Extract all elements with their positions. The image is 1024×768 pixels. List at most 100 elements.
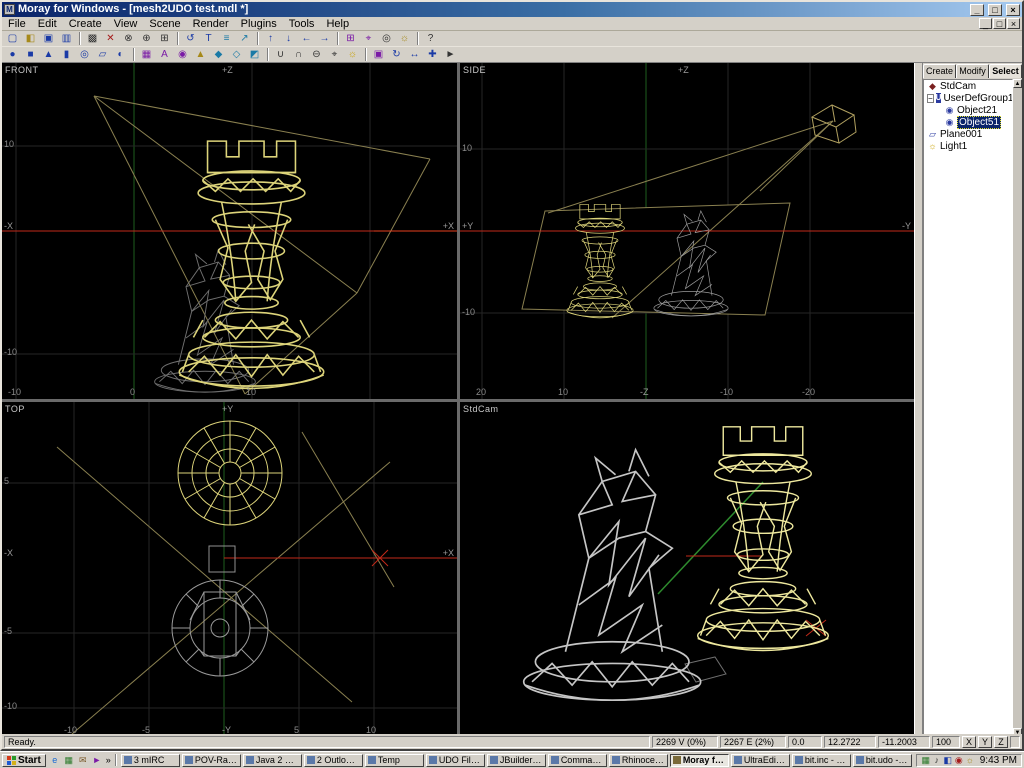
rook-wireframe[interactable]	[698, 427, 829, 651]
display-icon[interactable]: ▦	[921, 755, 931, 766]
taskbar-task-10[interactable]: Moray for ...	[670, 754, 729, 767]
tree-item-object51[interactable]: ◉ Object51	[924, 116, 1012, 128]
open-file-icon[interactable]: ◧	[22, 31, 39, 46]
side-viewport[interactable]: SIDE +Z +Y -Y -Z 20 10 -10 -20 10 -10	[460, 63, 914, 399]
undo-icon[interactable]: ↺	[182, 31, 199, 46]
tab-select[interactable]: Select	[989, 64, 1022, 78]
csg-union-icon[interactable]: ∪	[272, 47, 289, 62]
render-scene-icon[interactable]: ►	[442, 47, 459, 62]
menu-help[interactable]: Help	[320, 17, 355, 31]
taskbar-task-3[interactable]: Java 2 Platf...	[243, 754, 302, 767]
mail-icon[interactable]: ✉	[76, 754, 90, 767]
menu-render[interactable]: Render	[187, 17, 235, 31]
origin-selection-box[interactable]	[209, 546, 235, 572]
render-icon[interactable]: ▩	[84, 31, 101, 46]
camera-tool-icon[interactable]: ⌖	[326, 47, 343, 62]
knight-wireframe[interactable]	[155, 250, 256, 393]
arrow-left-icon[interactable]: ←	[298, 31, 315, 46]
media-player-icon[interactable]: ►	[90, 754, 104, 767]
graph-icon[interactable]: ↗	[236, 31, 253, 46]
taskbar-task-5[interactable]: Temp	[365, 754, 424, 767]
antivirus-icon[interactable]: ☼	[965, 755, 975, 766]
cut-icon[interactable]: ⊗	[120, 31, 137, 46]
csg-difference-icon[interactable]: ⊖	[308, 47, 325, 62]
scale-tool-icon[interactable]: ↔	[406, 47, 423, 62]
rook-top-wireframe[interactable]	[178, 421, 282, 525]
mdi-close-button[interactable]: ×	[1007, 18, 1020, 29]
extrude-tool-icon[interactable]: ◩	[246, 47, 263, 62]
text-object-tool-icon[interactable]: A	[156, 47, 173, 62]
taskbar-task-11[interactable]: UltraEdit-32	[731, 754, 790, 767]
stdcam-viewport[interactable]: StdCam	[460, 402, 914, 737]
arrow-down-icon[interactable]: ↓	[280, 31, 297, 46]
menu-scene[interactable]: Scene	[143, 17, 186, 31]
zoom-icon[interactable]: ◎	[378, 31, 395, 46]
taskbar-task-2[interactable]: POV-Ray fo...	[182, 754, 241, 767]
cylinder-tool-icon[interactable]: ▮	[58, 47, 75, 62]
torus-tool-icon[interactable]: ◎	[76, 47, 93, 62]
internet-explorer-icon[interactable]: e	[48, 754, 62, 767]
front-viewport-canvas[interactable]	[2, 63, 457, 399]
tree-scrollbar[interactable]: ▲ ▼	[1013, 79, 1022, 737]
stdcam-viewport-canvas[interactable]	[460, 402, 914, 737]
network-icon[interactable]: ◧	[943, 755, 953, 766]
delete-icon[interactable]: ✕	[102, 31, 119, 46]
menu-view[interactable]: View	[108, 17, 144, 31]
taskbar-task-12[interactable]: bit.inc - Not...	[792, 754, 851, 767]
lathe-tool-icon[interactable]: ◇	[228, 47, 245, 62]
copy-icon[interactable]: ⊕	[138, 31, 155, 46]
knight-wireframe[interactable]	[524, 450, 701, 701]
front-viewport[interactable]: FRONT +Z -X +X -10 0 10 10 -10	[2, 63, 457, 399]
axis-z-button[interactable]: Z	[994, 736, 1008, 748]
camera-wireframe[interactable]	[812, 105, 856, 143]
tree-item-object21[interactable]: ◉ Object21	[924, 104, 1012, 116]
new-file-icon[interactable]: ▢	[4, 31, 21, 46]
save-all-icon[interactable]: ▥	[58, 31, 75, 46]
csg-intersection-icon[interactable]: ∩	[290, 47, 307, 62]
minimize-button[interactable]: _	[970, 4, 984, 16]
heightfield-tool-icon[interactable]: ▲	[192, 47, 209, 62]
tab-modify[interactable]: Modify	[956, 64, 989, 78]
menu-create[interactable]: Create	[63, 17, 108, 31]
taskbar-task-9[interactable]: Rhinoceros ...	[609, 754, 668, 767]
light-tool-icon[interactable]: ☼	[344, 47, 361, 62]
scheduler-icon[interactable]: ◉	[954, 755, 964, 766]
cone-tool-icon[interactable]: ▲	[40, 47, 57, 62]
taskbar-task-13[interactable]: bit.udo - W...	[853, 754, 912, 767]
maximize-button[interactable]: □	[988, 4, 1002, 16]
start-button[interactable]: Start	[2, 754, 46, 767]
text-tool-icon[interactable]: T	[200, 31, 217, 46]
taskbar-task-4[interactable]: 2 Outlook ...	[304, 754, 363, 767]
arrow-up-icon[interactable]: ↑	[262, 31, 279, 46]
sor-tool-icon[interactable]: ◆	[210, 47, 227, 62]
menu-tools[interactable]: Tools	[283, 17, 321, 31]
panel-splitter[interactable]	[914, 63, 923, 737]
knight-top-wireframe[interactable]	[172, 580, 268, 676]
top-viewport-canvas[interactable]	[2, 402, 457, 737]
scroll-up-icon[interactable]: ▲	[1013, 79, 1022, 88]
top-viewport[interactable]: TOP +Y -X +X -Y -10 -5 5 10 5 -5 -10	[2, 402, 457, 737]
axis-y-button[interactable]: Y	[978, 736, 992, 748]
mesh-tool-icon[interactable]: ▦	[138, 47, 155, 62]
rotate-tool-icon[interactable]: ↻	[388, 47, 405, 62]
taskbar-task-6[interactable]: UDO File Fo...	[426, 754, 485, 767]
help-icon[interactable]: ?	[422, 31, 439, 46]
disc-tool-icon[interactable]: ◐	[112, 47, 129, 62]
taskbar-task-8[interactable]: Command P...	[548, 754, 607, 767]
spreadsheet-icon[interactable]: ≡	[218, 31, 235, 46]
close-button[interactable]: ×	[1006, 4, 1020, 16]
menu-plugins[interactable]: Plugins	[235, 17, 283, 31]
move-tool-icon[interactable]: ✚	[424, 47, 441, 62]
plane-tool-icon[interactable]: ▱	[94, 47, 111, 62]
quicklaunch-overflow-icon[interactable]: »	[106, 755, 111, 765]
menu-file[interactable]: File	[2, 17, 32, 31]
sphere-tool-icon[interactable]: ●	[4, 47, 21, 62]
volume-icon[interactable]: ♪	[932, 755, 942, 766]
tab-create[interactable]: Create	[923, 64, 956, 78]
box-tool-icon[interactable]: ■	[22, 47, 39, 62]
mdi-minimize-button[interactable]: _	[979, 18, 992, 29]
taskbar-task-1[interactable]: 3 mIRC	[121, 754, 180, 767]
axis-x-button[interactable]: X	[962, 736, 976, 748]
taskbar-task-7[interactable]: JBuilder 5 - ...	[487, 754, 546, 767]
collapse-icon[interactable]: −	[927, 94, 934, 103]
